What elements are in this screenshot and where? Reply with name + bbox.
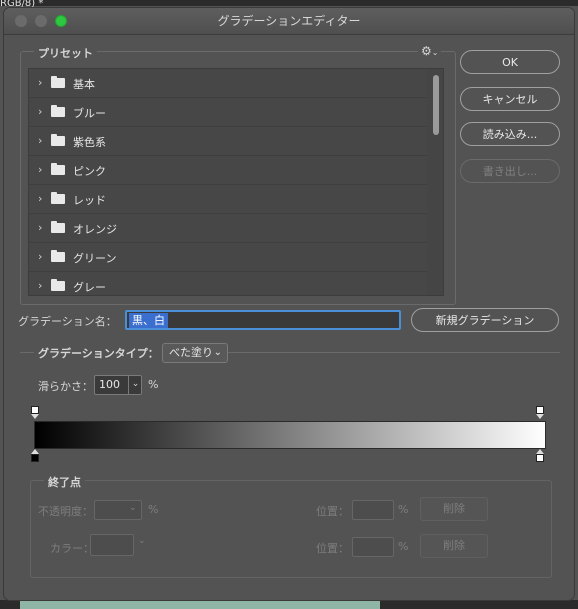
stops-group <box>30 480 552 578</box>
opacity-stop-right-pointer <box>536 414 544 419</box>
save-button[interactable]: 書き出し... <box>460 159 560 183</box>
chevron-down-icon: ⌄ <box>213 347 222 358</box>
color-stop-right[interactable] <box>536 454 544 462</box>
opacity-location-input[interactable] <box>352 500 394 520</box>
opacity-location-label: 位置： <box>316 505 349 518</box>
gradient-name-input[interactable]: 黒、白 <box>125 310 401 330</box>
color-label: カラー： <box>50 542 94 555</box>
folder-icon <box>51 279 65 291</box>
folder-icon <box>51 221 65 233</box>
chevron-right-icon[interactable]: › <box>38 134 42 147</box>
opacity-stop-left[interactable] <box>31 406 39 414</box>
preset-folder[interactable]: › 紫色系 <box>29 127 427 156</box>
chevron-right-icon[interactable]: › <box>38 76 42 89</box>
background-bottom-left <box>0 600 20 609</box>
chevron-right-icon[interactable]: › <box>38 221 42 234</box>
folder-icon <box>51 134 65 146</box>
preset-folder-label: レッド <box>73 194 106 207</box>
stops-label: 終了点 <box>44 474 85 490</box>
smoothness-dropdown-chevron-icon[interactable]: ⌄ <box>128 375 142 395</box>
folder-icon <box>51 192 65 204</box>
opacity-stop-right[interactable] <box>536 406 544 414</box>
preset-folder[interactable]: › ブルー <box>29 98 427 127</box>
preset-folder[interactable]: › ピンク <box>29 156 427 185</box>
opacity-input[interactable]: ⌄ <box>94 500 142 520</box>
preset-folder-label: 基本 <box>73 78 95 91</box>
color-location-label: 位置： <box>316 542 349 555</box>
preset-scrollbar-thumb[interactable] <box>433 75 439 135</box>
preset-folder-label: ピンク <box>73 165 106 178</box>
preset-folder-label: グレー <box>73 281 106 294</box>
chevron-right-icon[interactable]: › <box>38 279 42 292</box>
smoothness-label: 滑らかさ： <box>38 380 93 393</box>
gear-icon: ⚙ <box>421 44 432 58</box>
chevron-right-icon[interactable]: › <box>38 105 42 118</box>
document-tab-text: RGB/8) * <box>0 0 44 8</box>
opacity-location-unit: % <box>398 503 409 516</box>
smoothness-value: 100 <box>99 378 120 391</box>
chevron-right-icon[interactable]: › <box>38 250 42 263</box>
preset-folder[interactable]: › グリーン <box>29 243 427 272</box>
folder-icon <box>51 250 65 262</box>
gradient-name-value: 黒、白 <box>129 313 168 328</box>
folder-icon <box>51 76 65 88</box>
preset-folder[interactable]: › オレンジ <box>29 214 427 243</box>
chevron-down-icon[interactable]: ⌄ <box>138 536 146 546</box>
preset-settings-gear-icon[interactable]: ⚙⌄ <box>418 44 442 58</box>
preset-folder-label: 紫色系 <box>73 136 106 149</box>
color-swatch[interactable] <box>90 534 134 556</box>
preset-folder-label: グリーン <box>73 252 117 265</box>
opacity-label: 不透明度： <box>38 505 93 518</box>
gradient-type-select[interactable]: べた塗り ⌄ <box>162 343 228 363</box>
chevron-down-icon: ⌄ <box>129 503 137 513</box>
gradient-name-label: グラデーション名： <box>18 315 117 328</box>
color-location-input[interactable] <box>352 537 394 557</box>
preset-folder-label: ブルー <box>73 107 106 120</box>
preset-list[interactable]: › 基本 › ブルー › 紫色系 › ピンク › レッド › オレンジ › グリ… <box>28 68 444 296</box>
preset-folder[interactable]: › 基本 <box>29 69 427 98</box>
delete-opacity-stop-button[interactable]: 削除 <box>420 497 488 521</box>
opacity-stop-left-pointer <box>31 414 39 419</box>
title-bar[interactable]: グラデーションエディター <box>4 8 574 35</box>
new-gradient-button[interactable]: 新規グラデーション <box>411 308 559 332</box>
opacity-unit: % <box>148 503 159 516</box>
preset-folder[interactable]: › レッド <box>29 185 427 214</box>
smoothness-unit: % <box>148 378 159 391</box>
gradient-preview-bar[interactable] <box>34 421 546 449</box>
gradient-type-value: べた塗り <box>169 346 213 359</box>
gradient-type-label: グラデーションタイプ： <box>34 345 163 361</box>
ok-button[interactable]: OK <box>460 50 560 74</box>
background-strip <box>0 0 578 6</box>
cancel-button[interactable]: キャンセル <box>460 87 560 111</box>
background-canvas <box>20 600 380 609</box>
chevron-right-icon[interactable]: › <box>38 192 42 205</box>
window-title: グラデーションエディター <box>217 14 361 28</box>
folder-icon <box>51 105 65 117</box>
preset-label: プリセット <box>34 45 97 61</box>
background-bottom-right <box>380 600 578 609</box>
chevron-right-icon[interactable]: › <box>38 163 42 176</box>
load-button[interactable]: 読み込み... <box>460 122 560 146</box>
preset-folder[interactable]: › グレー <box>29 272 427 295</box>
chevron-down-icon: ⌄ <box>431 48 439 57</box>
color-stop-left[interactable] <box>31 454 39 462</box>
delete-color-stop-button[interactable]: 削除 <box>420 534 488 558</box>
folder-icon <box>51 163 65 175</box>
color-location-unit: % <box>398 540 409 553</box>
gradient-editor-dialog: グラデーションエディター プリセット ⚙⌄ › 基本 › ブルー › 紫色系 ›… <box>4 8 574 600</box>
preset-folder-label: オレンジ <box>73 223 117 236</box>
